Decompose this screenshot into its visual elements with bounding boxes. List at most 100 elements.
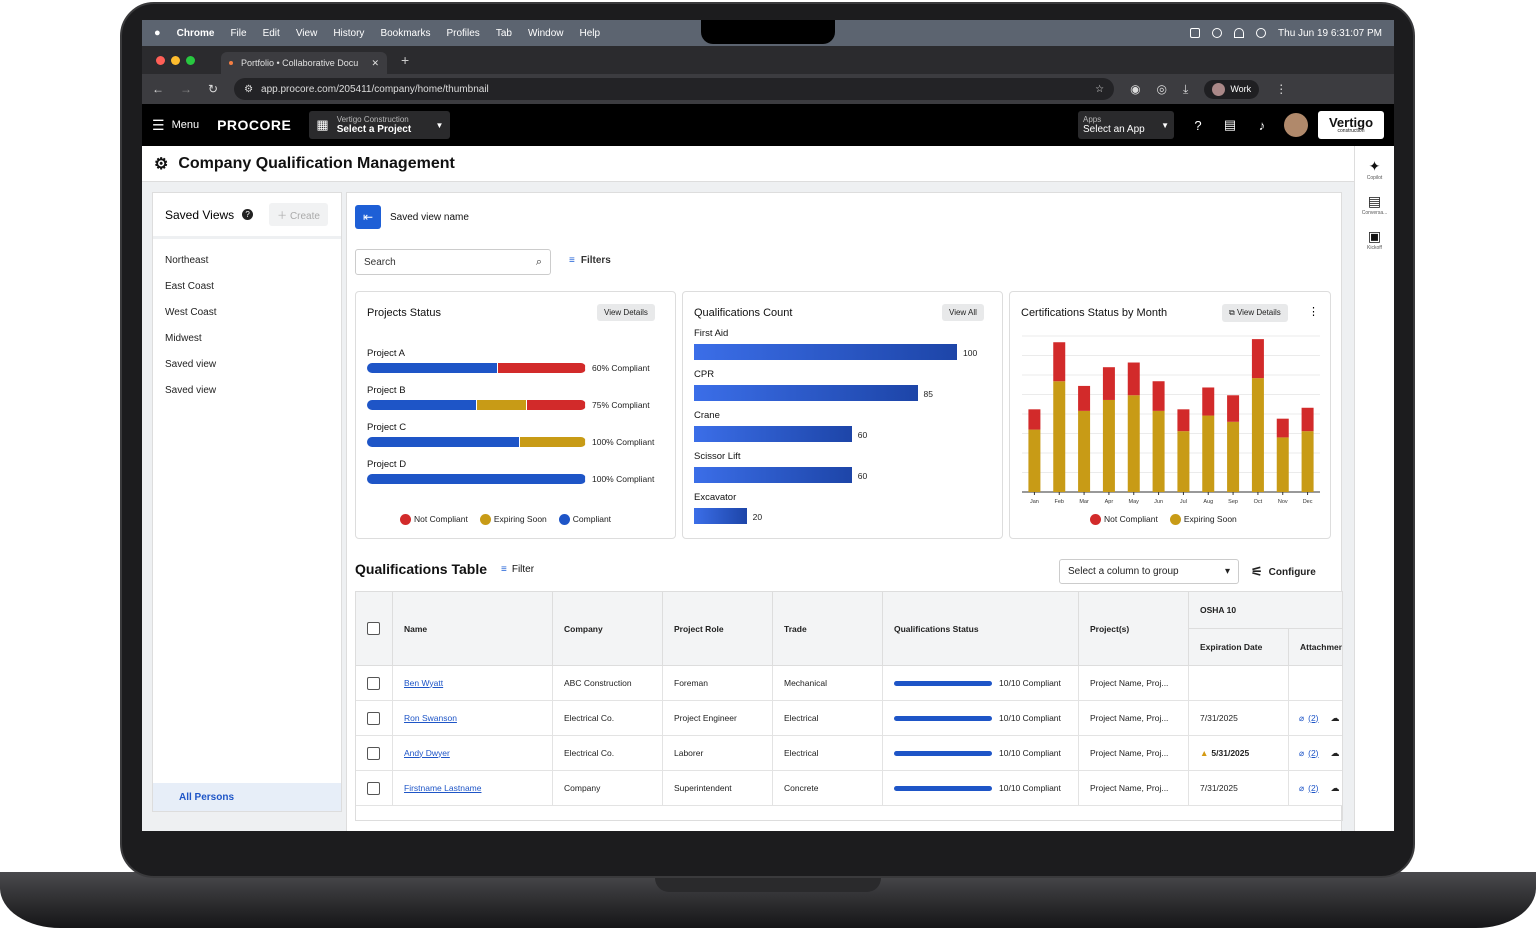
bar-not-compliant-jan[interactable] xyxy=(1028,409,1041,430)
attachment-count[interactable]: (2) xyxy=(1308,748,1318,759)
menubar-item[interactable]: Help xyxy=(580,28,601,39)
app-selector[interactable]: Apps Select an App ▼ xyxy=(1078,111,1174,139)
close-tab-icon[interactable]: ✕ xyxy=(371,58,379,69)
bar-expiring-oct[interactable] xyxy=(1251,378,1264,492)
extension2-icon[interactable]: ◎ xyxy=(1157,82,1167,96)
cloud-icon[interactable]: ☁ xyxy=(1331,783,1340,794)
cell-name[interactable]: Ben Wyatt xyxy=(393,666,553,701)
column-header-expirationdate[interactable]: Expiration Date xyxy=(1189,629,1289,666)
help-icon[interactable]: ? xyxy=(1190,117,1206,133)
bar-expiring-apr[interactable] xyxy=(1102,399,1115,492)
profile-button[interactable]: Work xyxy=(1204,79,1260,99)
bar-not-compliant-nov[interactable] xyxy=(1276,418,1289,438)
bookmark-star-icon[interactable]: ☆ xyxy=(1095,84,1104,95)
saved-view-item[interactable]: Saved view xyxy=(153,351,341,377)
procore-logo[interactable]: PROCORE xyxy=(217,117,291,133)
site-info-icon[interactable]: ⚙ xyxy=(244,84,253,95)
saved-view-item[interactable]: East Coast xyxy=(153,273,341,299)
new-tab-icon[interactable]: + xyxy=(401,52,409,68)
all-persons-link[interactable]: All Persons xyxy=(153,783,341,811)
bar-not-compliant-aug[interactable] xyxy=(1202,387,1215,416)
chat-icon[interactable]: ▤ xyxy=(1222,117,1238,133)
bar-not-compliant-jul[interactable] xyxy=(1177,409,1190,432)
gear-icon[interactable]: ⚙ xyxy=(154,154,168,174)
menubar-item[interactable]: Window xyxy=(528,28,564,39)
cell-name[interactable]: Andy Dwyer xyxy=(393,736,553,771)
table-filter-button[interactable]: ≡ Filter xyxy=(501,564,534,575)
bar-not-compliant-mar[interactable] xyxy=(1078,385,1091,411)
bar-expiring-aug[interactable] xyxy=(1202,415,1215,492)
project-status-bar[interactable] xyxy=(367,437,586,447)
company-logo[interactable]: Vertigo construction xyxy=(1318,111,1384,139)
bar-not-compliant-apr[interactable] xyxy=(1102,367,1115,400)
apple-menu[interactable]: ● xyxy=(154,27,161,39)
saved-view-item[interactable]: Northeast xyxy=(153,247,341,273)
help-icon[interactable]: ? xyxy=(242,209,254,220)
bar-expiring-jan[interactable] xyxy=(1028,429,1041,492)
reload-icon[interactable]: ↻ xyxy=(208,82,218,96)
search-icon[interactable] xyxy=(1256,28,1267,38)
saved-view-item[interactable]: Midwest xyxy=(153,325,341,351)
column-header-company[interactable]: Company xyxy=(553,592,663,666)
bar-not-compliant-jun[interactable] xyxy=(1152,381,1165,411)
search-input[interactable]: Search ⌕ xyxy=(355,249,551,275)
rail-item-kickoff[interactable]: ▣ Kickoff xyxy=(1355,228,1394,251)
user-avatar[interactable] xyxy=(1284,113,1308,137)
project-status-bar[interactable] xyxy=(367,400,586,410)
menubar-item[interactable]: Profiles xyxy=(446,28,479,39)
qualification-bar[interactable] xyxy=(694,344,957,360)
menubar-item[interactable]: Bookmarks xyxy=(380,28,430,39)
bar-not-compliant-sep[interactable] xyxy=(1227,395,1240,422)
column-header-projectrole[interactable]: Project Role xyxy=(663,592,773,666)
cell-text[interactable]: Ron Swanson xyxy=(404,713,457,724)
cloud-icon[interactable]: ☁ xyxy=(1331,748,1340,759)
bar-expiring-mar[interactable] xyxy=(1078,410,1091,492)
bar-not-compliant-dec[interactable] xyxy=(1301,407,1314,432)
project-status-bar[interactable] xyxy=(367,474,586,484)
cell-text[interactable]: Firstname Lastname xyxy=(404,783,481,794)
extension-icon[interactable]: ◉ xyxy=(1130,82,1140,96)
saved-view-item[interactable]: West Coast xyxy=(153,299,341,325)
filters-button[interactable]: ≡ Filters xyxy=(569,255,611,266)
bar-not-compliant-may[interactable] xyxy=(1127,362,1140,396)
bar-expiring-dec[interactable] xyxy=(1301,431,1314,492)
zoom-icon[interactable] xyxy=(1212,28,1223,38)
bar-expiring-may[interactable] xyxy=(1127,395,1140,492)
row-checkbox[interactable] xyxy=(367,746,380,760)
menubar-item[interactable]: History xyxy=(333,28,364,39)
view-all-button[interactable]: View All xyxy=(942,304,984,321)
cell-name[interactable]: Ron Swanson xyxy=(393,701,553,736)
project-status-bar[interactable] xyxy=(367,363,586,373)
view-details-button[interactable]: View Details xyxy=(597,304,655,321)
browser-tab[interactable]: Portfolio • Collaborative Docu ✕ xyxy=(221,52,387,74)
bell-icon[interactable]: ♪ xyxy=(1254,117,1270,133)
select-all-checkbox[interactable] xyxy=(367,622,380,635)
project-selector[interactable]: ▦ Vertigo Construction Select a Project … xyxy=(309,111,451,139)
menu-button[interactable]: ☰ Menu xyxy=(152,117,199,134)
menubar-item[interactable]: Tab xyxy=(496,28,512,39)
column-header-name[interactable]: Name xyxy=(393,592,553,666)
bar-expiring-nov[interactable] xyxy=(1276,437,1289,492)
cell-name[interactable]: Firstname Lastname xyxy=(393,771,553,806)
bar-expiring-feb[interactable] xyxy=(1053,381,1066,492)
qualification-bar[interactable] xyxy=(694,467,852,483)
forward-icon[interactable]: → xyxy=(180,82,192,96)
menubar-item[interactable]: Edit xyxy=(263,28,280,39)
create-view-button[interactable]: ＋ Create xyxy=(269,203,328,226)
menubar-item[interactable]: View xyxy=(296,28,318,39)
qualification-bar[interactable] xyxy=(694,426,852,442)
bar-expiring-jul[interactable] xyxy=(1177,431,1190,492)
group-by-select[interactable]: Select a column to group ▾ xyxy=(1059,559,1239,584)
menubar-app-name[interactable]: Chrome xyxy=(177,28,215,39)
attachment-count[interactable]: (2) xyxy=(1308,783,1318,794)
cloud-icon[interactable]: ☁ xyxy=(1331,713,1340,724)
bar-not-compliant-oct[interactable] xyxy=(1251,339,1264,379)
close-window-icon[interactable] xyxy=(156,55,165,65)
column-header-qualificationsstatus[interactable]: Qualifications Status xyxy=(883,592,1079,666)
wifi-icon[interactable] xyxy=(1234,28,1245,38)
collapse-panel-button[interactable]: ⇤ xyxy=(355,205,381,229)
menubar-clock[interactable]: Thu Jun 19 6:31:07 PM xyxy=(1278,28,1382,39)
bar-expiring-jun[interactable] xyxy=(1152,410,1165,492)
chrome-menu-icon[interactable]: ⋮ xyxy=(1275,82,1287,96)
rail-item-conversa[interactable]: ▤ Conversa... xyxy=(1355,193,1394,216)
